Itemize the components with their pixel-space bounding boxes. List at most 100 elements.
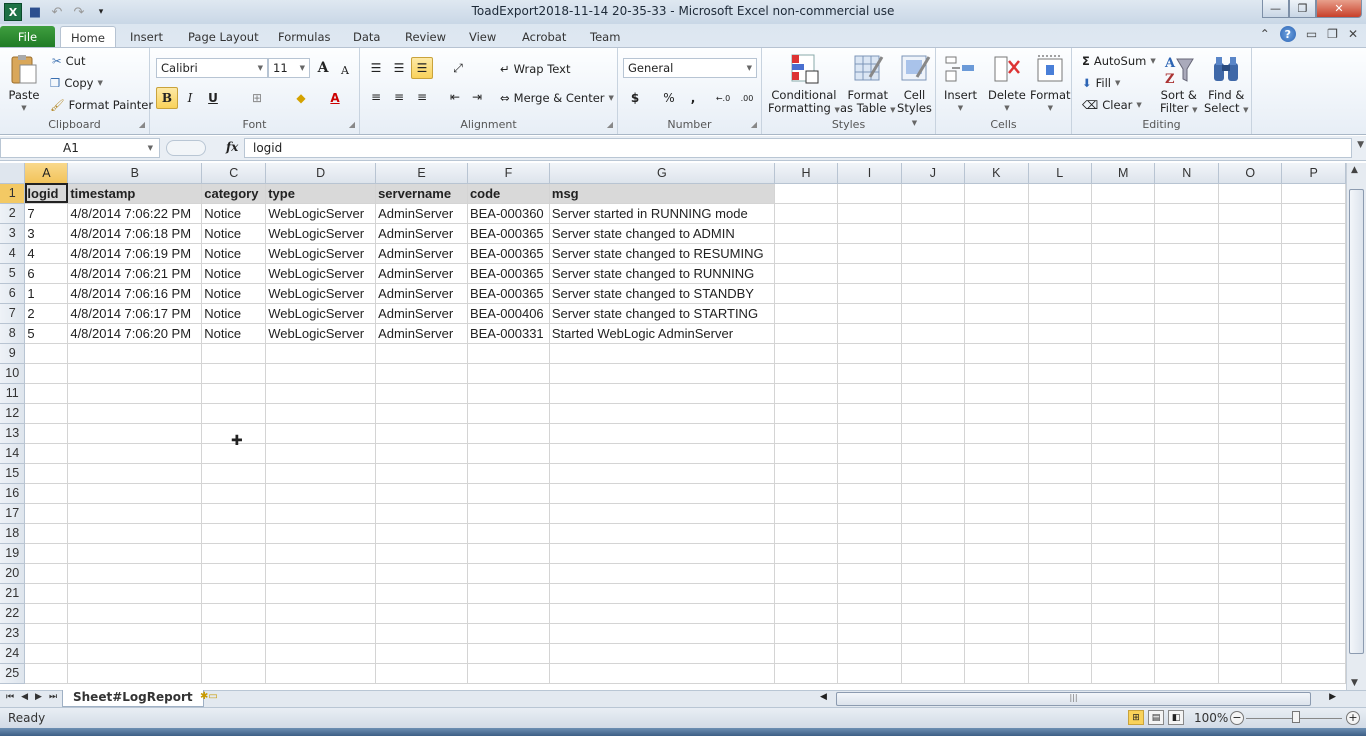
cell-p12[interactable] xyxy=(1281,403,1346,424)
cell-i10[interactable] xyxy=(837,363,902,384)
cell-e16[interactable] xyxy=(375,483,468,504)
cell-o25[interactable] xyxy=(1218,663,1283,684)
cell-l19[interactable] xyxy=(1028,543,1093,564)
cell-d6[interactable]: WebLogicServer xyxy=(265,283,377,304)
align-left-icon[interactable]: ≡ xyxy=(365,86,387,108)
row-header-25[interactable]: 25 xyxy=(0,663,26,684)
cell-n6[interactable] xyxy=(1154,283,1219,304)
cell-l6[interactable] xyxy=(1028,283,1093,304)
cell-k18[interactable] xyxy=(964,523,1029,544)
cell-h11[interactable] xyxy=(774,383,839,404)
cell-g10[interactable] xyxy=(549,363,775,384)
cell-l23[interactable] xyxy=(1028,623,1093,644)
cell-g11[interactable] xyxy=(549,383,775,404)
cell-p3[interactable] xyxy=(1281,223,1346,244)
cell-p7[interactable] xyxy=(1281,303,1346,324)
percent-button[interactable]: % xyxy=(658,87,680,109)
zoom-slider-handle[interactable] xyxy=(1292,711,1300,723)
cell-b1[interactable]: timestamp xyxy=(67,183,203,204)
cell-f2[interactable]: BEA-000360 xyxy=(467,203,550,224)
cell-b21[interactable] xyxy=(67,583,203,604)
cell-m24[interactable] xyxy=(1091,643,1156,664)
cell-n22[interactable] xyxy=(1154,603,1219,624)
cell-p21[interactable] xyxy=(1281,583,1346,604)
cell-j6[interactable] xyxy=(901,283,966,304)
find-select-button[interactable]: Find & Select ▼ xyxy=(1204,53,1249,117)
cell-a4[interactable]: 4 xyxy=(24,243,69,264)
row-header-14[interactable]: 14 xyxy=(0,443,26,464)
cell-a15[interactable] xyxy=(24,463,69,484)
cell-e25[interactable] xyxy=(375,663,468,684)
cell-j14[interactable] xyxy=(901,443,966,464)
cell-c24[interactable] xyxy=(201,643,267,664)
formula-expand-handle[interactable] xyxy=(166,140,206,156)
cell-n3[interactable] xyxy=(1154,223,1219,244)
cell-i19[interactable] xyxy=(837,543,902,564)
row-header-12[interactable]: 12 xyxy=(0,403,26,424)
tab-acrobat[interactable]: Acrobat xyxy=(512,26,576,48)
cell-m19[interactable] xyxy=(1091,543,1156,564)
cell-h5[interactable] xyxy=(774,263,839,284)
cell-l3[interactable] xyxy=(1028,223,1093,244)
cell-l17[interactable] xyxy=(1028,503,1093,524)
decrease-decimal-button[interactable]: .00 xyxy=(736,87,758,109)
cell-a5[interactable]: 6 xyxy=(24,263,69,284)
cell-b23[interactable] xyxy=(67,623,203,644)
cell-j8[interactable] xyxy=(901,323,966,344)
cell-m22[interactable] xyxy=(1091,603,1156,624)
cell-a2[interactable]: 7 xyxy=(24,203,69,224)
cell-d10[interactable] xyxy=(265,363,377,384)
increase-decimal-button[interactable]: ←.0 xyxy=(712,87,734,109)
cell-d18[interactable] xyxy=(265,523,377,544)
fill-button[interactable]: ⬇ Fill ▼ xyxy=(1082,76,1120,90)
cell-d12[interactable] xyxy=(265,403,377,424)
cell-c1[interactable]: category xyxy=(201,183,267,204)
row-header-21[interactable]: 21 xyxy=(0,583,26,604)
cell-o3[interactable] xyxy=(1218,223,1283,244)
scroll-left-icon[interactable]: ◀ xyxy=(820,692,827,702)
cell-j21[interactable] xyxy=(901,583,966,604)
cell-d1[interactable]: type xyxy=(265,183,377,204)
cell-e21[interactable] xyxy=(375,583,468,604)
row-header-8[interactable]: 8 xyxy=(0,323,26,344)
cell-f25[interactable] xyxy=(467,663,550,684)
column-header-l[interactable]: L xyxy=(1028,163,1093,184)
cell-a19[interactable] xyxy=(24,543,69,564)
cell-f3[interactable]: BEA-000365 xyxy=(467,223,550,244)
cell-m17[interactable] xyxy=(1091,503,1156,524)
sheet-tab-logreport[interactable]: Sheet#LogReport xyxy=(62,690,204,707)
cell-h9[interactable] xyxy=(774,343,839,364)
column-header-i[interactable]: I xyxy=(837,163,902,184)
cell-i6[interactable] xyxy=(837,283,902,304)
cell-l12[interactable] xyxy=(1028,403,1093,424)
cell-i18[interactable] xyxy=(837,523,902,544)
cell-g25[interactable] xyxy=(549,663,775,684)
cell-a13[interactable] xyxy=(24,423,69,444)
cell-a9[interactable] xyxy=(24,343,69,364)
cell-a18[interactable] xyxy=(24,523,69,544)
row-header-1[interactable]: 1 xyxy=(0,183,26,204)
cell-g18[interactable] xyxy=(549,523,775,544)
cell-e4[interactable]: AdminServer xyxy=(375,243,468,264)
cell-c9[interactable] xyxy=(201,343,267,364)
bold-button[interactable]: B xyxy=(156,87,178,109)
cell-a20[interactable] xyxy=(24,563,69,584)
cell-m16[interactable] xyxy=(1091,483,1156,504)
dialog-launcher-icon[interactable]: ◢ xyxy=(349,120,355,129)
cell-j1[interactable] xyxy=(901,183,966,204)
cell-o16[interactable] xyxy=(1218,483,1283,504)
cell-b9[interactable] xyxy=(67,343,203,364)
workbook-close-icon[interactable]: ✕ xyxy=(1348,27,1358,41)
clear-button[interactable]: ⌫ Clear ▼ xyxy=(1082,98,1142,112)
cell-h8[interactable] xyxy=(774,323,839,344)
cell-m20[interactable] xyxy=(1091,563,1156,584)
cell-g19[interactable] xyxy=(549,543,775,564)
cell-m25[interactable] xyxy=(1091,663,1156,684)
row-header-23[interactable]: 23 xyxy=(0,623,26,644)
cell-b6[interactable]: 4/8/2014 7:06:16 PM xyxy=(67,283,203,304)
column-header-g[interactable]: G xyxy=(549,163,775,184)
cell-k7[interactable] xyxy=(964,303,1029,324)
formula-input[interactable]: logid xyxy=(244,138,1352,158)
cell-i14[interactable] xyxy=(837,443,902,464)
cell-l10[interactable] xyxy=(1028,363,1093,384)
